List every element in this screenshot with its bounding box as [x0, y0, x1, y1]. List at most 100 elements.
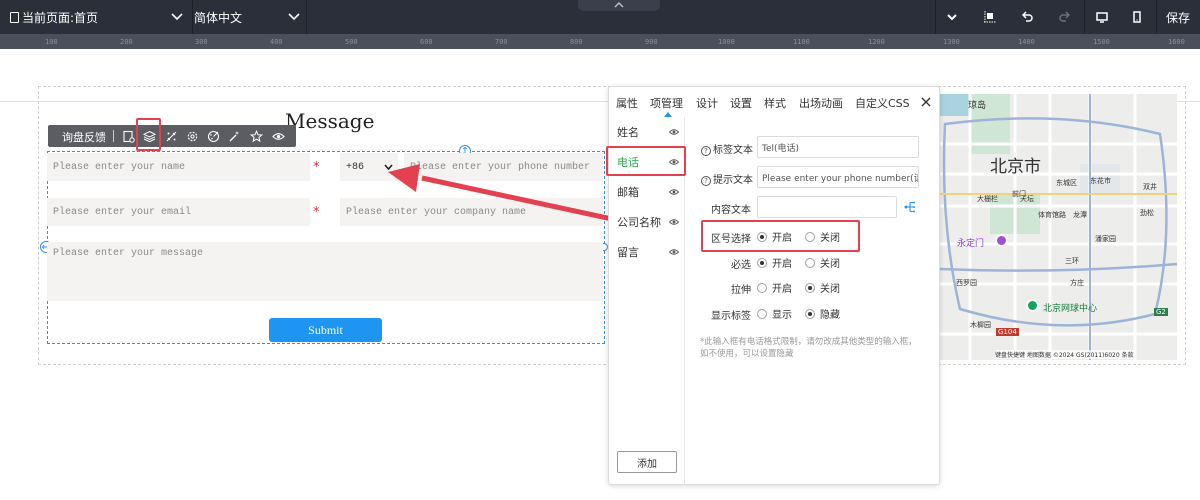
- tab-properties[interactable]: 属性: [616, 95, 638, 111]
- eye-icon: [271, 132, 285, 140]
- poi-pin-icon: [995, 234, 1008, 247]
- chevron-down-icon: [171, 13, 183, 21]
- tab-settings[interactable]: 设置: [730, 95, 752, 111]
- language-label: 简体中文: [194, 10, 243, 25]
- align-button[interactable]: [976, 0, 1004, 34]
- data-source-icon[interactable]: [903, 200, 917, 214]
- phone-format-note: *此输入框有电话格式限制，请勿改成其他类型的输入框，如不使用，可以设置隐藏: [700, 337, 917, 359]
- list-item-message[interactable]: 留言: [609, 237, 685, 267]
- ruler-label: 1600: [1168, 38, 1185, 46]
- ruler-label: 500: [345, 38, 358, 46]
- save-button[interactable]: 保存: [1160, 0, 1196, 34]
- item-label: 留言: [617, 246, 639, 259]
- ruler-label: 200: [120, 38, 133, 46]
- tab-entrance-animation[interactable]: 出场动画: [799, 95, 843, 111]
- divider: [935, 0, 936, 34]
- ruler-label: 1300: [943, 38, 960, 46]
- show-label-label: 显示标签: [711, 311, 751, 322]
- eye-icon[interactable]: [669, 247, 679, 257]
- redo-icon: [1059, 11, 1071, 22]
- ruler: 100 200 300 400 500 600 700 800 900 1000…: [0, 34, 1200, 49]
- message-textarea[interactable]: Please enter your message: [47, 242, 603, 301]
- chevron-down-icon: [288, 13, 300, 21]
- mobile-view-button[interactable]: [1123, 0, 1151, 34]
- form-icon: [122, 130, 135, 143]
- radio-unchecked-icon: [757, 282, 767, 293]
- list-item-name[interactable]: 姓名: [609, 117, 685, 147]
- top-toolbar: 当前页面:首页 简体中文 保存: [0, 0, 1200, 34]
- item-label: 公司名称: [617, 216, 661, 229]
- map-label: 北京网球中心: [1043, 304, 1098, 314]
- list-item-company[interactable]: 公司名称: [609, 207, 685, 237]
- content-text-label: 内容文本: [711, 205, 751, 216]
- item-label: 姓名: [617, 126, 639, 139]
- visibility-button[interactable]: [270, 128, 286, 144]
- required-mark: *: [313, 205, 320, 220]
- highlight-box: [606, 146, 686, 176]
- eye-icon[interactable]: [669, 127, 679, 137]
- eye-icon[interactable]: [669, 187, 679, 197]
- map-label: 东城区: [1056, 179, 1077, 187]
- tab-custom-css[interactable]: 自定义CSS: [855, 95, 910, 111]
- style-button[interactable]: [205, 128, 221, 144]
- radio-checked-icon: [805, 282, 815, 293]
- map-attribution: 键盘快捷键 地图数据 ©2024 GS(2011)6020 条款: [995, 350, 1134, 359]
- collapse-down-button[interactable]: [938, 0, 966, 34]
- ruler-label: 600: [420, 38, 433, 46]
- email-input[interactable]: Please enter your email: [47, 198, 310, 226]
- page-selector[interactable]: 当前页面:首页: [10, 0, 190, 34]
- settings-button[interactable]: [184, 128, 200, 144]
- list-item-email[interactable]: 邮箱: [609, 177, 685, 207]
- required-on-radio[interactable]: 开启: [757, 255, 792, 270]
- map-label: 北京市: [990, 157, 1041, 177]
- poi-pin-icon: [1026, 299, 1039, 312]
- collapse-toolbar-tab[interactable]: [578, 0, 660, 11]
- ruler-label: 1100: [793, 38, 810, 46]
- chevron-up-icon: [614, 2, 624, 8]
- hint-text-input[interactable]: Please enter your phone number(请: [757, 166, 919, 188]
- align-icon: [984, 11, 996, 23]
- help-icon[interactable]: ?: [701, 146, 711, 156]
- eye-icon[interactable]: [669, 217, 679, 227]
- stretch-on-radio[interactable]: 开启: [757, 280, 792, 295]
- unlink-button[interactable]: [163, 128, 179, 144]
- radio-unchecked-icon: [757, 308, 767, 319]
- add-item-button[interactable]: 添加: [617, 451, 677, 473]
- name-input[interactable]: Please enter your name: [47, 153, 310, 181]
- map-label: 东花市: [1090, 177, 1111, 185]
- ruler-label: 1500: [1093, 38, 1110, 46]
- page-icon: [10, 11, 19, 23]
- content-text-input[interactable]: [757, 196, 897, 218]
- show-label-show-radio[interactable]: 显示: [757, 306, 792, 321]
- redo-button[interactable]: [1051, 0, 1079, 34]
- radio-checked-icon: [757, 257, 767, 268]
- tab-style[interactable]: 样式: [764, 95, 786, 111]
- hint-text-label: ? 提示文本: [693, 171, 753, 186]
- show-label-hide-radio[interactable]: 隐藏: [805, 306, 840, 321]
- map-label: 大栅栏: [977, 195, 998, 203]
- divider: [306, 0, 307, 34]
- favorite-button[interactable]: [248, 128, 264, 144]
- highlight-box: [136, 118, 161, 151]
- language-selector[interactable]: 简体中文: [194, 0, 304, 34]
- desktop-view-button[interactable]: [1088, 0, 1116, 34]
- stretch-off-radio[interactable]: 关闭: [805, 280, 840, 295]
- tab-item-management[interactable]: 项管理: [650, 95, 683, 111]
- ruler-label: 1200: [868, 38, 885, 46]
- undo-icon: [1021, 11, 1033, 22]
- ruler-label: 300: [195, 38, 208, 46]
- undo-button[interactable]: [1013, 0, 1041, 34]
- close-icon[interactable]: [921, 97, 931, 107]
- map-widget[interactable]: 琼岛 北京市 前门 大栅栏 东城区 东花市 龙潭 永定门 北京网球中心 天坛 体…: [940, 94, 1177, 360]
- country-code-value: +86: [346, 161, 365, 173]
- label-text-input[interactable]: Tel(电话): [757, 136, 919, 158]
- help-icon[interactable]: ?: [701, 176, 711, 186]
- tab-design[interactable]: 设计: [696, 95, 718, 111]
- label-text-label: ? 标签文本: [693, 141, 753, 156]
- submit-button[interactable]: Submit: [269, 318, 382, 342]
- animation-button[interactable]: [226, 128, 242, 144]
- form-settings-button[interactable]: [120, 128, 136, 144]
- unlink-icon: [166, 131, 176, 141]
- required-off-radio[interactable]: 关闭: [805, 255, 840, 270]
- form-heading[interactable]: Message: [285, 109, 374, 133]
